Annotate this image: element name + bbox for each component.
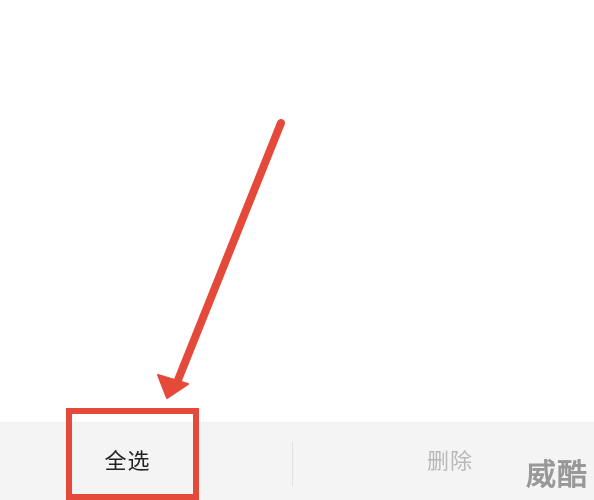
content-area: [0, 0, 594, 422]
select-all-label: 全选: [104, 450, 151, 475]
delete-button[interactable]: 删除: [380, 430, 520, 490]
select-all-button[interactable]: 全选: [70, 430, 195, 490]
bar-divider: [292, 442, 293, 486]
watermark-text: 威酷: [526, 458, 588, 493]
delete-label: 删除: [426, 450, 473, 475]
